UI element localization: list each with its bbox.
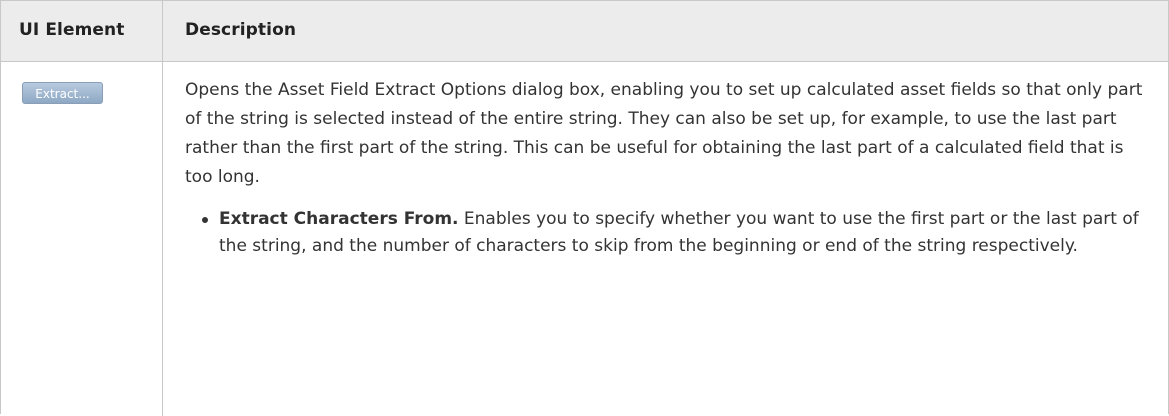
header-description: Description: [185, 20, 297, 40]
description-cell: Opens the Asset Field Extract Options di…: [163, 62, 1168, 416]
ui-element-cell: Extract...: [1, 62, 163, 416]
option-term: Extract Characters From.: [219, 209, 459, 229]
ui-element-table: UI Element Description Extract... Opens …: [0, 0, 1169, 416]
table-row: Extract... Opens the Asset Field Extract…: [1, 62, 1168, 416]
bullet-icon: [202, 217, 208, 223]
table-header-row: UI Element Description: [1, 1, 1168, 62]
description-text: Opens the Asset Field Extract Options di…: [185, 80, 1143, 187]
header-ui-element: UI Element: [1, 1, 163, 61]
extract-button[interactable]: Extract...: [22, 82, 103, 104]
option-list: Extract Characters From. Enables you to …: [185, 206, 1156, 260]
list-item: Extract Characters From. Enables you to …: [202, 206, 1156, 260]
